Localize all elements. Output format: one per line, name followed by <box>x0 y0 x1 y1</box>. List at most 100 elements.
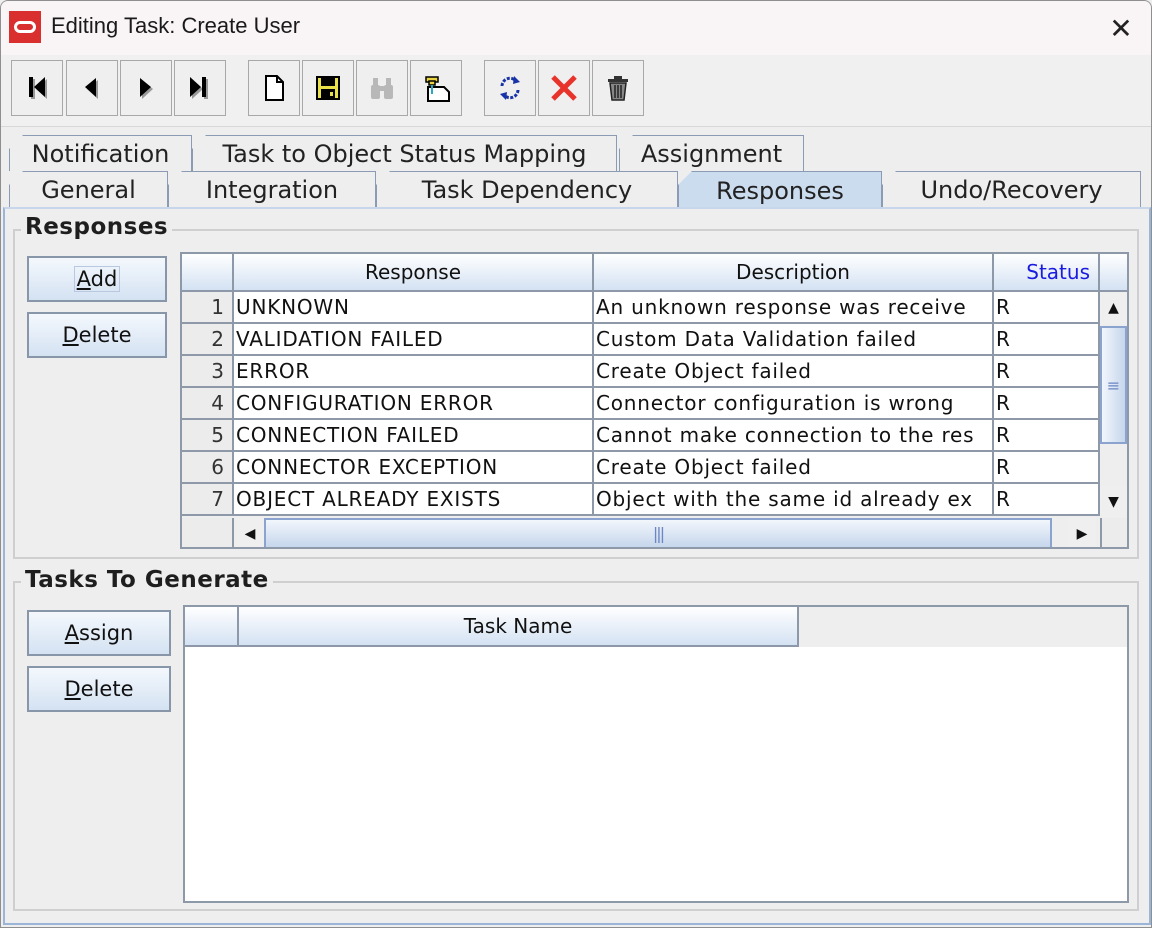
previous-record-button[interactable] <box>66 60 118 116</box>
column-header-description[interactable]: Description <box>594 254 994 292</box>
delete-button[interactable] <box>592 60 644 116</box>
responses-table: Response Description Status 1 UNKNOWN An u… <box>180 252 1129 549</box>
tab-general[interactable]: General <box>9 171 168 207</box>
tab-assignment[interactable]: Assignment <box>619 135 804 171</box>
assign-pin-button[interactable] <box>410 60 462 116</box>
title-bar: Editing Task: Create User ✕ <box>1 1 1151 55</box>
row-header-corner <box>185 607 239 647</box>
scroll-corner-left <box>182 518 234 547</box>
pin-document-icon <box>425 76 450 102</box>
scroll-corner-right <box>1100 518 1127 547</box>
response-cell[interactable]: CONNECTOR EXCEPTION <box>234 452 594 484</box>
red-x-icon <box>551 75 577 101</box>
response-cell[interactable]: VALIDATION FAILED <box>234 324 594 356</box>
first-icon <box>29 77 47 99</box>
scroll-down-icon[interactable]: ▼ <box>1100 486 1127 518</box>
response-cell[interactable]: OBJECT ALREADY EXISTS <box>234 484 594 516</box>
last-record-button[interactable] <box>174 60 226 116</box>
description-cell[interactable]: An unknown response was receive <box>594 292 994 324</box>
description-cell[interactable]: Create Object failed <box>594 356 994 388</box>
next-record-button[interactable] <box>120 60 172 116</box>
row-header-corner <box>182 254 234 292</box>
column-header-status[interactable]: Status <box>994 254 1100 292</box>
status-cell[interactable]: R <box>994 420 1100 452</box>
save-icon <box>316 76 340 100</box>
column-header-task-name[interactable]: Task Name <box>239 607 799 647</box>
tab-undo-recovery[interactable]: Undo/Recovery <box>882 171 1141 207</box>
first-record-button[interactable] <box>11 60 63 116</box>
next-icon <box>140 78 153 99</box>
status-cell[interactable]: R <box>994 388 1100 420</box>
scroll-left-icon[interactable]: ◀ <box>236 518 264 547</box>
status-cell[interactable]: R <box>994 324 1100 356</box>
row-number[interactable]: 3 <box>182 356 234 388</box>
vertical-scrollbar[interactable]: ▲ ≡ ▼ <box>1100 292 1127 518</box>
row-number[interactable]: 2 <box>182 324 234 356</box>
tab-integration[interactable]: Integration <box>168 171 376 207</box>
row-number[interactable]: 5 <box>182 420 234 452</box>
delete-task-button[interactable]: Delete <box>27 666 171 712</box>
header-filler <box>1100 254 1127 292</box>
cancel-button[interactable] <box>538 60 590 116</box>
add-label: Add <box>73 266 121 292</box>
scroll-up-icon[interactable]: ▲ <box>1100 292 1127 324</box>
new-document-icon <box>265 75 284 101</box>
tasks-table: Task Name <box>183 605 1129 903</box>
tasks-group-title: Tasks To Generate <box>21 567 273 593</box>
row-number[interactable]: 7 <box>182 484 234 516</box>
close-icon: ✕ <box>1109 11 1133 45</box>
assign-task-button[interactable]: Assign <box>27 610 171 656</box>
tab-task-to-object-status-mapping[interactable]: Task to Object Status Mapping <box>192 135 617 171</box>
status-cell[interactable]: R <box>994 292 1100 324</box>
last-icon <box>190 77 208 99</box>
tab-label: Task to Object Status Mapping <box>222 139 587 168</box>
refresh-button[interactable] <box>484 60 536 116</box>
vertical-scroll-thumb[interactable]: ≡ <box>1100 326 1127 444</box>
add-response-button[interactable]: Add <box>27 256 167 302</box>
status-cell[interactable]: R <box>994 452 1100 484</box>
row-number[interactable]: 4 <box>182 388 234 420</box>
response-cell[interactable]: ERROR <box>234 356 594 388</box>
row-number[interactable]: 1 <box>182 292 234 324</box>
refresh-icon <box>500 76 520 100</box>
row-number[interactable]: 6 <box>182 452 234 484</box>
oracle-logo-icon <box>9 11 41 43</box>
previous-icon <box>85 78 98 99</box>
toolbar <box>1 55 1151 127</box>
description-cell[interactable]: Custom Data Validation failed <box>594 324 994 356</box>
tab-responses[interactable]: Responses <box>678 171 882 209</box>
find-button[interactable] <box>356 60 408 116</box>
binoculars-icon <box>371 78 393 99</box>
response-cell[interactable]: CONNECTION FAILED <box>234 420 594 452</box>
status-cell[interactable]: R <box>994 356 1100 388</box>
responses-group-title: Responses <box>21 214 173 240</box>
column-header-response[interactable]: Response <box>234 254 594 292</box>
description-cell[interactable]: Create Object failed <box>594 452 994 484</box>
tab-label: General <box>41 175 136 204</box>
status-cell[interactable]: R <box>994 484 1100 516</box>
window-title: Editing Task: Create User <box>51 13 301 38</box>
assign-label: Assign <box>64 621 134 645</box>
delete-response-button[interactable]: Delete <box>27 312 167 358</box>
save-button[interactable] <box>302 60 354 116</box>
response-cell[interactable]: CONFIGURATION ERROR <box>234 388 594 420</box>
tab-task-dependency[interactable]: Task Dependency <box>376 171 678 207</box>
new-button[interactable] <box>248 60 300 116</box>
tab-label: Notification <box>31 139 170 168</box>
tab-label: Undo/Recovery <box>920 175 1103 204</box>
description-cell[interactable]: Cannot make connection to the res <box>594 420 994 452</box>
tab-label: Integration <box>205 175 339 204</box>
tab-label: Assignment <box>640 139 783 168</box>
response-cell[interactable]: UNKNOWN <box>234 292 594 324</box>
delete-label: Delete <box>62 323 132 347</box>
tab-notification[interactable]: Notification <box>9 135 192 171</box>
description-cell[interactable]: Object with the same id already ex <box>594 484 994 516</box>
scroll-right-icon[interactable]: ▶ <box>1068 518 1096 547</box>
horizontal-scroll-thumb[interactable]: ||| <box>264 518 1052 547</box>
description-cell[interactable]: Connector configuration is wrong <box>594 388 994 420</box>
trash-icon <box>608 76 628 101</box>
tab-label: Task Dependency <box>421 175 633 204</box>
close-button[interactable]: ✕ <box>1099 9 1143 47</box>
editing-task-window: Editing Task: Create User ✕ Notification… <box>0 0 1152 928</box>
tab-label: Responses <box>716 176 844 205</box>
